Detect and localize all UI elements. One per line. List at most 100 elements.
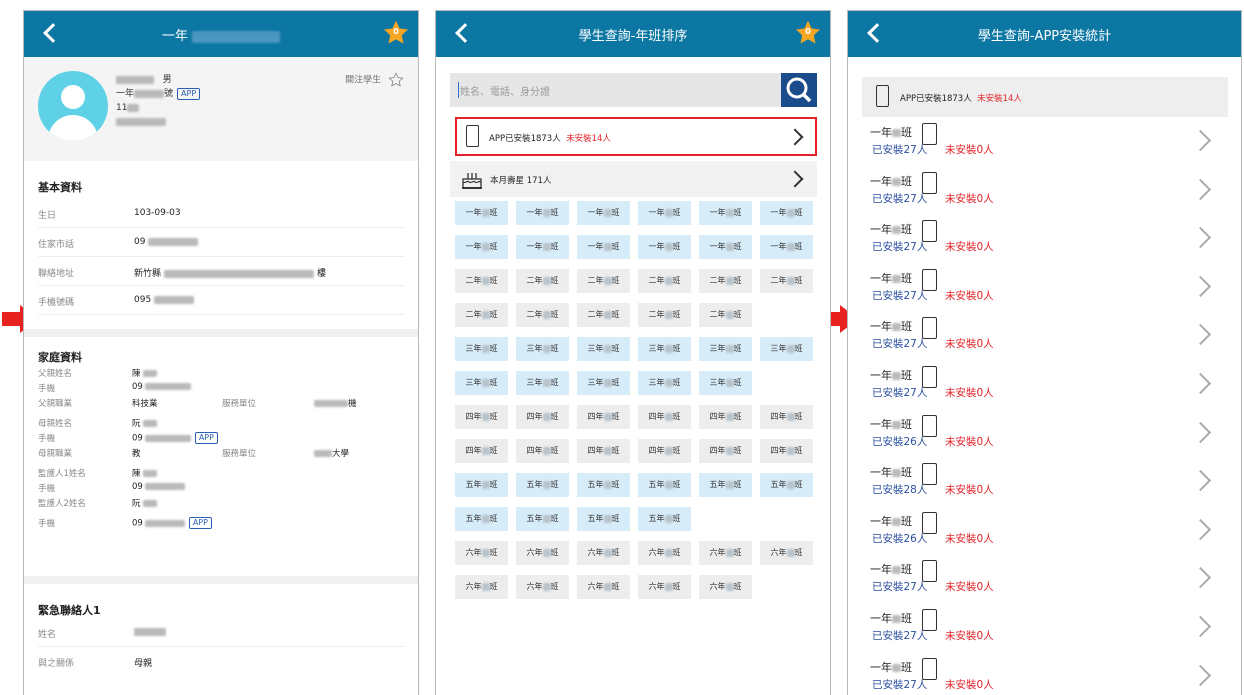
class-install-item[interactable]: 一年班已安裝27人 未安裝0人 [862, 558, 1228, 606]
class-button[interactable]: 一年班 [516, 201, 569, 225]
class-install-item[interactable]: 一年班已安裝27人 未安裝0人 [862, 121, 1228, 169]
class-button[interactable]: 一年班 [455, 201, 508, 225]
phone-icon [466, 125, 479, 147]
class-button[interactable]: 六年班 [516, 575, 569, 599]
class-button[interactable]: 三年班 [699, 337, 752, 361]
class-button[interactable]: 三年班 [455, 371, 508, 395]
app-tag: APP [177, 87, 201, 100]
class-button[interactable]: 一年班 [516, 235, 569, 259]
class-button[interactable]: 四年班 [516, 439, 569, 463]
class-install-item[interactable]: 一年班已安裝26人 未安裝0人 [862, 510, 1228, 558]
class-button[interactable]: 五年班 [516, 473, 569, 497]
class-button[interactable]: 一年班 [455, 235, 508, 259]
class-button[interactable]: 四年班 [455, 405, 508, 429]
class-install-item[interactable]: 一年班已安裝28人 未安裝0人 [862, 461, 1228, 509]
class-button[interactable]: 一年班 [699, 235, 752, 259]
class-button[interactable]: 四年班 [699, 405, 752, 429]
class-button[interactable]: 二年班 [516, 269, 569, 293]
class-button[interactable]: 六年班 [760, 541, 813, 565]
class-button[interactable]: 二年班 [699, 303, 752, 327]
class-button[interactable]: 二年班 [455, 303, 508, 327]
star-icon[interactable]: 0 [382, 19, 410, 47]
class-button[interactable]: 三年班 [455, 337, 508, 361]
info-row: 聯絡地址 新竹縣樓 [38, 257, 404, 286]
class-button[interactable]: 一年班 [760, 235, 813, 259]
class-button[interactable]: 三年班 [577, 371, 630, 395]
class-button[interactable]: 二年班 [638, 303, 691, 327]
class-button[interactable]: 六年班 [577, 541, 630, 565]
class-button[interactable]: 六年班 [455, 541, 508, 565]
class-button[interactable]: 四年班 [455, 439, 508, 463]
class-button[interactable]: 三年班 [760, 337, 813, 361]
class-button[interactable]: 四年班 [699, 439, 752, 463]
chevron-right-icon [1189, 372, 1212, 395]
chevron-right-icon [1189, 664, 1212, 686]
class-button[interactable]: 五年班 [699, 473, 752, 497]
class-button[interactable]: 四年班 [577, 405, 630, 429]
class-button[interactable]: 一年班 [577, 201, 630, 225]
class-install-item[interactable]: 一年班已安裝26人 未安裝0人 [862, 413, 1228, 461]
class-button[interactable]: 三年班 [577, 337, 630, 361]
app-install-stats-screen: 學生查詢-APP安裝統計 APP已安裝1873人 未安裝14人 一年班已安裝27… [847, 10, 1242, 695]
class-button[interactable]: 六年班 [699, 541, 752, 565]
id-prefix: 11 [116, 103, 128, 113]
birthday-row[interactable]: 本月壽星 171人 [450, 161, 817, 197]
class-button[interactable]: 六年班 [638, 575, 691, 599]
class-button[interactable]: 二年班 [516, 303, 569, 327]
search-input[interactable]: 姓名、電話、身分證 [450, 73, 817, 107]
section-title: 基本資料 [38, 181, 82, 194]
class-button[interactable]: 二年班 [699, 269, 752, 293]
chevron-right-icon [1189, 227, 1212, 249]
class-button[interactable]: 一年班 [577, 235, 630, 259]
class-button[interactable]: 五年班 [516, 507, 569, 531]
class-button[interactable]: 四年班 [760, 439, 813, 463]
star-count: 0 [393, 27, 399, 36]
class-button[interactable]: 三年班 [699, 371, 752, 395]
class-button[interactable]: 六年班 [577, 575, 630, 599]
class-button[interactable]: 四年班 [638, 405, 691, 429]
class-button[interactable]: 一年班 [638, 235, 691, 259]
class-button[interactable]: 一年班 [760, 201, 813, 225]
class-button[interactable]: 四年班 [638, 439, 691, 463]
class-install-item[interactable]: 一年班已安裝27人 未安裝0人 [862, 656, 1228, 695]
class-button[interactable]: 三年班 [638, 337, 691, 361]
class-install-item[interactable]: 一年班已安裝27人 未安裝0人 [862, 218, 1228, 266]
class-button[interactable]: 六年班 [638, 541, 691, 565]
class-button[interactable]: 六年班 [516, 541, 569, 565]
class-button[interactable]: 五年班 [577, 473, 630, 497]
class-button[interactable]: 五年班 [638, 507, 691, 531]
class-button[interactable]: 一年班 [638, 201, 691, 225]
class-install-item[interactable]: 一年班已安裝27人 未安裝0人 [862, 315, 1228, 363]
class-button[interactable]: 二年班 [638, 269, 691, 293]
class-button[interactable]: 四年班 [577, 439, 630, 463]
chevron-right-icon [786, 170, 804, 188]
class-button[interactable]: 二年班 [760, 269, 813, 293]
class-install-item[interactable]: 一年班已安裝27人 未安裝0人 [862, 170, 1228, 218]
class-install-item[interactable]: 一年班已安裝27人 未安裝0人 [862, 267, 1228, 315]
chevron-right-icon [1189, 615, 1212, 638]
class-button[interactable]: 五年班 [638, 473, 691, 497]
class-button[interactable]: 四年班 [516, 405, 569, 429]
search-button[interactable] [781, 73, 817, 107]
class-button[interactable]: 五年班 [455, 507, 508, 531]
class-button[interactable]: 二年班 [455, 269, 508, 293]
emergency-contact-section: 緊急聯絡人1 姓名 與之關係 母親 [24, 584, 418, 676]
class-button[interactable]: 五年班 [455, 473, 508, 497]
class-button[interactable]: 六年班 [455, 575, 508, 599]
class-install-item[interactable]: 一年班已安裝27人 未安裝0人 [862, 364, 1228, 412]
app-install-row[interactable]: APP已安裝1873人 未安裝14人 [455, 117, 817, 156]
follow-student-button[interactable]: 關注學生 [345, 72, 404, 88]
class-button[interactable]: 六年班 [699, 575, 752, 599]
class-button[interactable]: 三年班 [516, 337, 569, 361]
class-button[interactable]: 五年班 [760, 473, 813, 497]
star-icon[interactable]: 0 [794, 19, 822, 47]
class-button[interactable]: 三年班 [638, 371, 691, 395]
class-install-item[interactable]: 一年班已安裝27人 未安裝0人 [862, 607, 1228, 655]
class-button[interactable]: 一年班 [699, 201, 752, 225]
class-button[interactable]: 四年班 [760, 405, 813, 429]
class-button[interactable]: 二年班 [577, 269, 630, 293]
class-button[interactable]: 二年班 [577, 303, 630, 327]
section-divider [24, 329, 418, 337]
class-button[interactable]: 三年班 [516, 371, 569, 395]
class-button[interactable]: 五年班 [577, 507, 630, 531]
